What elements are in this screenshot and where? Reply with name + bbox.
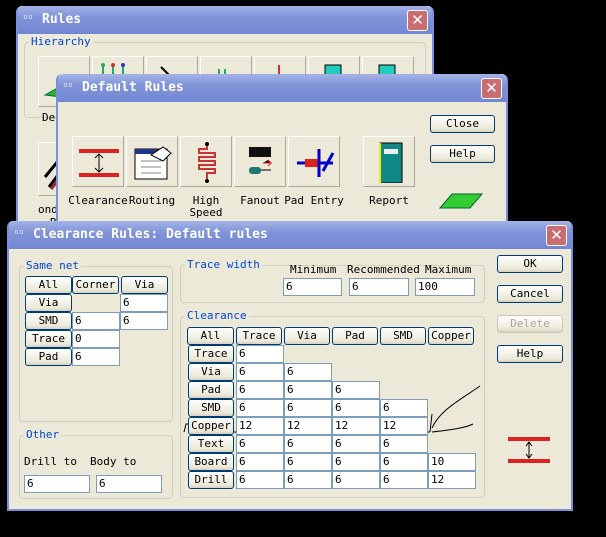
recommended-label: Recommended (347, 263, 420, 276)
same-net-corner-input[interactable]: 0 (72, 330, 120, 348)
minimum-label: Minimum (290, 263, 337, 276)
drill-to-label: Drill to (24, 455, 77, 468)
drill-to-input[interactable]: 6 (24, 475, 90, 493)
same-net-label: Same net (24, 259, 81, 272)
clearance-cell-input[interactable]: 6 (284, 453, 332, 471)
clearance-row-board[interactable]: Board (188, 453, 234, 471)
clearance-cell-input[interactable]: 6 (284, 363, 332, 381)
clearance-cell-input[interactable]: 6 (284, 399, 332, 417)
clearance-cell-input[interactable]: 6 (236, 381, 284, 399)
clearance-header-trace[interactable]: Trace (236, 327, 282, 345)
body-to-input[interactable]: 6 (96, 475, 162, 493)
clearance-cell-input[interactable]: 12 (236, 417, 284, 435)
clearance-cell-input[interactable]: 6 (332, 435, 380, 453)
clearance-header-copper[interactable]: Copper (428, 327, 474, 345)
clearance-cell-input[interactable]: 12 (380, 417, 428, 435)
same-net-corner-input[interactable]: 6 (72, 348, 120, 366)
same-net-row-smd[interactable]: SMD (25, 312, 72, 330)
same-net-header-all[interactable]: All (25, 276, 72, 294)
clearance-cell-input[interactable]: 6 (380, 453, 428, 471)
clearance-cell-input[interactable]: 6 (332, 471, 380, 489)
clearance-cell-input[interactable]: 6 (284, 435, 332, 453)
same-net-via-input[interactable]: 6 (120, 312, 168, 330)
trace-width-label: Trace width (185, 258, 262, 271)
same-net-row-trace[interactable]: Trace (25, 330, 72, 348)
same-net-via-input[interactable]: 6 (120, 294, 168, 312)
clearance-header-all[interactable]: All (187, 327, 234, 345)
body-to-label: Body to (90, 455, 137, 468)
clearance-grid-label: Clearance (185, 309, 249, 322)
clearance-cell-input[interactable]: 6 (236, 435, 284, 453)
clearance-row-via[interactable]: Via (188, 363, 234, 381)
clearance-icon (508, 437, 550, 463)
clearance-row-drill[interactable]: Drill (188, 471, 234, 489)
clearance-cell-input[interactable]: 6 (284, 381, 332, 399)
clearance-cell-input[interactable]: 6 (236, 345, 284, 363)
clearance-cell-input[interactable]: 6 (332, 381, 380, 399)
same-net-row-via[interactable]: Via (25, 294, 72, 312)
same-net-row-pad[interactable]: Pad (25, 348, 72, 366)
other-label: Other (24, 428, 62, 441)
clearance-cell-input[interactable]: 12 (332, 417, 380, 435)
clearance-cell-input[interactable]: 6 (380, 435, 428, 453)
clearance-cell-input[interactable]: 6 (380, 471, 428, 489)
same-net-header-corner[interactable]: Corner (72, 276, 119, 294)
clearance-cell-input[interactable]: 6 (236, 453, 284, 471)
clearance-row-pad[interactable]: Pad (188, 381, 234, 399)
clearance-row-text[interactable]: Text (188, 435, 234, 453)
clearance-cell-input[interactable]: 6 (380, 399, 428, 417)
trace-width-minimum-input[interactable]: 6 (283, 278, 342, 296)
clearance-header-pad[interactable]: Pad (332, 327, 378, 345)
clearance-header-smd[interactable]: SMD (380, 327, 426, 345)
clearance-cell-input[interactable]: 12 (428, 471, 476, 489)
clearance-cell-input[interactable]: 12 (284, 417, 332, 435)
clearance-cell-input[interactable]: 6 (236, 363, 284, 381)
clearance-cell-input[interactable]: 6 (332, 453, 380, 471)
clearance-row-copper[interactable]: Copper (188, 417, 234, 435)
ok-button[interactable]: OK (497, 255, 563, 273)
delete-button[interactable]: Delete (497, 315, 563, 333)
clearance-cell-input[interactable]: 10 (428, 453, 476, 471)
trace-width-recommended-input[interactable]: 6 (349, 278, 409, 296)
clearance-row-smd[interactable]: SMD (188, 399, 234, 417)
cancel-button[interactable]: Cancel (497, 285, 563, 303)
clearance-cell-input[interactable]: 6 (332, 399, 380, 417)
same-net-corner-input[interactable]: 6 (72, 312, 120, 330)
clearance-cell-input[interactable]: 6 (284, 471, 332, 489)
clearance-cell-input[interactable]: 6 (236, 471, 284, 489)
clearance-cell-input[interactable]: 6 (236, 399, 284, 417)
help-button[interactable]: Help (497, 345, 563, 363)
trace-width-maximum-input[interactable]: 100 (415, 278, 475, 296)
maximum-label: Maximum (425, 263, 472, 276)
same-net-header-via[interactable]: Via (121, 276, 168, 294)
clearance-content: Same net Other Drill to Body to 6 6 Trac… (0, 0, 606, 537)
clearance-header-via[interactable]: Via (284, 327, 330, 345)
clearance-row-trace[interactable]: Trace (188, 345, 234, 363)
